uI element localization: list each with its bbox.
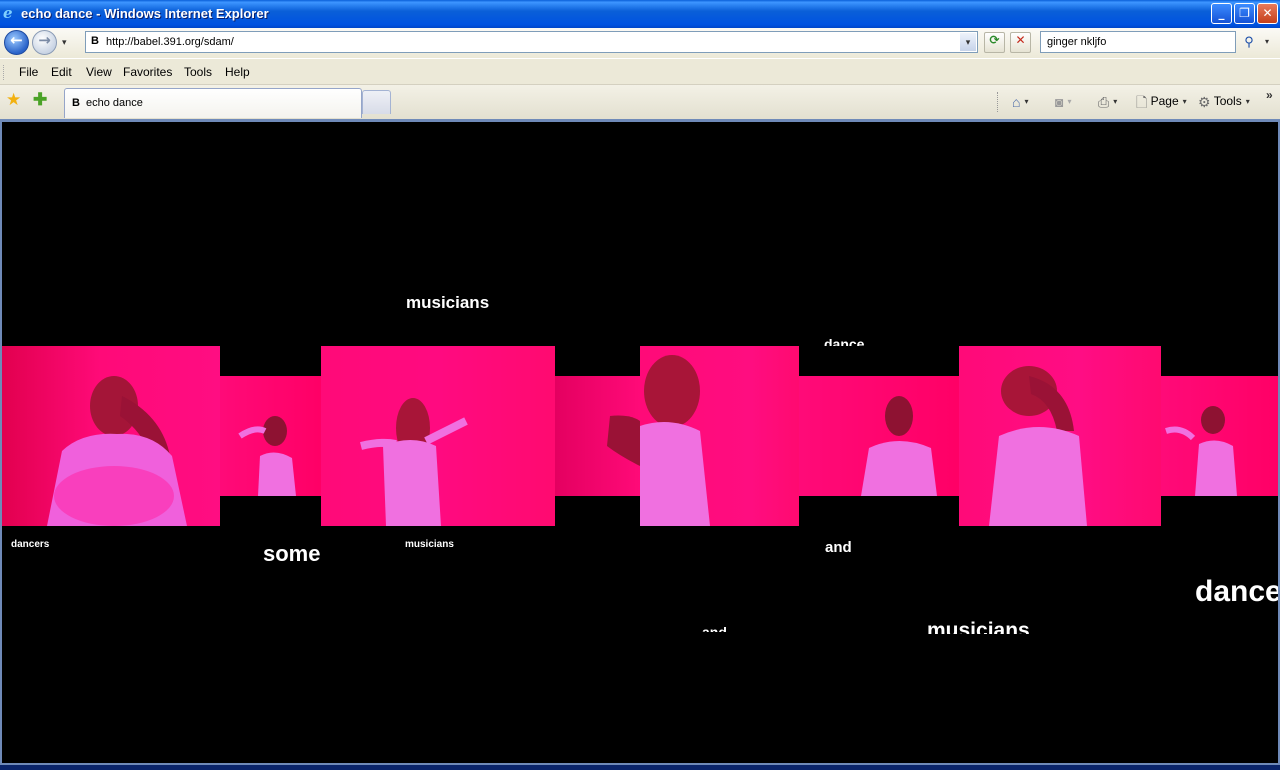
- home-button[interactable]: ⌂ ▾: [1012, 92, 1028, 110]
- word-and-clipped: and: [702, 624, 727, 632]
- dancer-image-4: [607, 415, 640, 466]
- tab-favicon-icon: B: [72, 97, 80, 109]
- feeds-dropdown-icon: ▾: [1067, 96, 1072, 106]
- site-favicon-icon: B: [91, 35, 99, 47]
- add-favorite-icon[interactable]: ✚: [33, 90, 47, 110]
- word-musicians-clipped-container: musicians: [927, 612, 1057, 634]
- dancer-image-2: [238, 416, 296, 496]
- print-dropdown-icon: ▾: [1113, 96, 1118, 106]
- internet-explorer-icon: e: [3, 4, 13, 22]
- tools-dropdown-icon: ▾: [1245, 96, 1250, 106]
- page-dropdown-icon: ▾: [1182, 96, 1187, 106]
- restore-button[interactable]: ❐: [1234, 3, 1255, 24]
- gear-icon: ⚙: [1198, 93, 1211, 110]
- menu-view[interactable]: View: [86, 65, 112, 79]
- page-icon: 🗋: [1136, 93, 1148, 110]
- video-frame-6: [799, 376, 959, 496]
- word-musicians-clipped: musicians: [927, 619, 1030, 634]
- home-icon: ⌂: [1012, 93, 1021, 110]
- video-frame-8: [1161, 376, 1278, 496]
- dancer-image-5: [640, 355, 710, 526]
- word-dance-large: dance: [1195, 575, 1278, 608]
- tab-label: echo dance: [86, 97, 143, 109]
- menu-help[interactable]: Help: [225, 65, 250, 79]
- word-dance-clipped: dance: [824, 336, 865, 346]
- page-menu-label: Page: [1150, 94, 1179, 108]
- command-bar-grip: [997, 92, 1000, 112]
- dancer-image-6: [861, 396, 937, 496]
- word-musicians-small: musicians: [405, 539, 454, 550]
- tab-bar: ★ ✚ B echo dance ⌂ ▾ ◙ ▾ ⎙ ▾ 🗋 Page ▾ ⚙ Tool…: [0, 85, 1280, 119]
- print-icon: ⎙: [1098, 93, 1110, 110]
- page-menu-button[interactable]: 🗋 Page ▾: [1136, 92, 1187, 110]
- feeds-button[interactable]: ◙ ▾: [1055, 92, 1071, 110]
- video-frame-5: [640, 346, 799, 526]
- menu-bar: File Edit View Favorites Tools Help: [0, 58, 1280, 85]
- word-some: some: [263, 541, 321, 566]
- address-field[interactable]: B http://babel.391.org/sdam/ ▾: [85, 31, 978, 53]
- menu-edit[interactable]: Edit: [51, 65, 72, 79]
- word-dance-clipped-container: dance: [824, 334, 884, 346]
- video-frame-2: [220, 376, 321, 496]
- search-query[interactable]: ginger nkljfo: [1047, 36, 1106, 48]
- search-input[interactable]: ginger nkljfo: [1040, 31, 1236, 53]
- dancer-image-8: [1165, 406, 1237, 496]
- word-and-clipped-container: and: [702, 620, 742, 632]
- minimize-button[interactable]: _: [1211, 3, 1232, 24]
- tools-menu-label: Tools: [1213, 94, 1242, 108]
- stop-button[interactable]: ✕: [1010, 32, 1031, 53]
- menu-grip: [3, 65, 7, 80]
- menu-favorites[interactable]: Favorites: [123, 65, 172, 79]
- back-button[interactable]: ←: [4, 30, 29, 55]
- menu-file[interactable]: File: [19, 65, 38, 79]
- address-toolbar: ← → ▾ B http://babel.391.org/sdam/ ▾ ⟳ ✕…: [0, 28, 1280, 58]
- refresh-button[interactable]: ⟳: [984, 32, 1005, 53]
- toolbar-overflow-chevron-icon[interactable]: »: [1266, 88, 1273, 102]
- dancer-image-7: [989, 366, 1087, 526]
- window-title: echo dance - Windows Internet Explorer: [21, 6, 269, 21]
- forward-button[interactable]: →: [32, 30, 57, 55]
- status-bar-edge: [0, 765, 1280, 770]
- menu-tools[interactable]: Tools: [184, 65, 212, 79]
- new-tab-button[interactable]: [362, 90, 391, 114]
- home-dropdown-icon: ▾: [1024, 96, 1029, 106]
- tools-menu-button[interactable]: ⚙ Tools ▾: [1198, 92, 1250, 110]
- video-frame-7: [959, 346, 1161, 526]
- word-musicians-top: musicians: [406, 293, 490, 312]
- address-dropdown-button[interactable]: ▾: [960, 33, 976, 51]
- video-frame-3: [321, 346, 555, 526]
- search-options-dropdown[interactable]: ▾: [1260, 31, 1274, 52]
- video-frame-1: [2, 346, 220, 526]
- dancer-image-1: [47, 376, 187, 526]
- tab-echo-dance[interactable]: B echo dance: [64, 88, 362, 118]
- word-dancers: dancers: [11, 539, 50, 550]
- feeds-icon: ◙: [1055, 93, 1064, 110]
- recent-pages-dropdown[interactable]: ▾: [62, 37, 67, 48]
- favorites-center-icon[interactable]: ★: [6, 90, 21, 110]
- title-bar: e echo dance - Windows Internet Explorer…: [0, 0, 1280, 28]
- page-content[interactable]: musicians dance dancers some musicians a…: [2, 122, 1278, 763]
- word-and: and: [825, 539, 852, 556]
- search-button[interactable]: ⚲: [1239, 31, 1259, 52]
- print-button[interactable]: ⎙ ▾: [1098, 92, 1117, 110]
- video-frame-4: [555, 376, 640, 496]
- close-window-button[interactable]: ✕: [1257, 3, 1278, 24]
- dancer-image-3: [360, 398, 468, 526]
- address-url[interactable]: http://babel.391.org/sdam/: [106, 36, 234, 48]
